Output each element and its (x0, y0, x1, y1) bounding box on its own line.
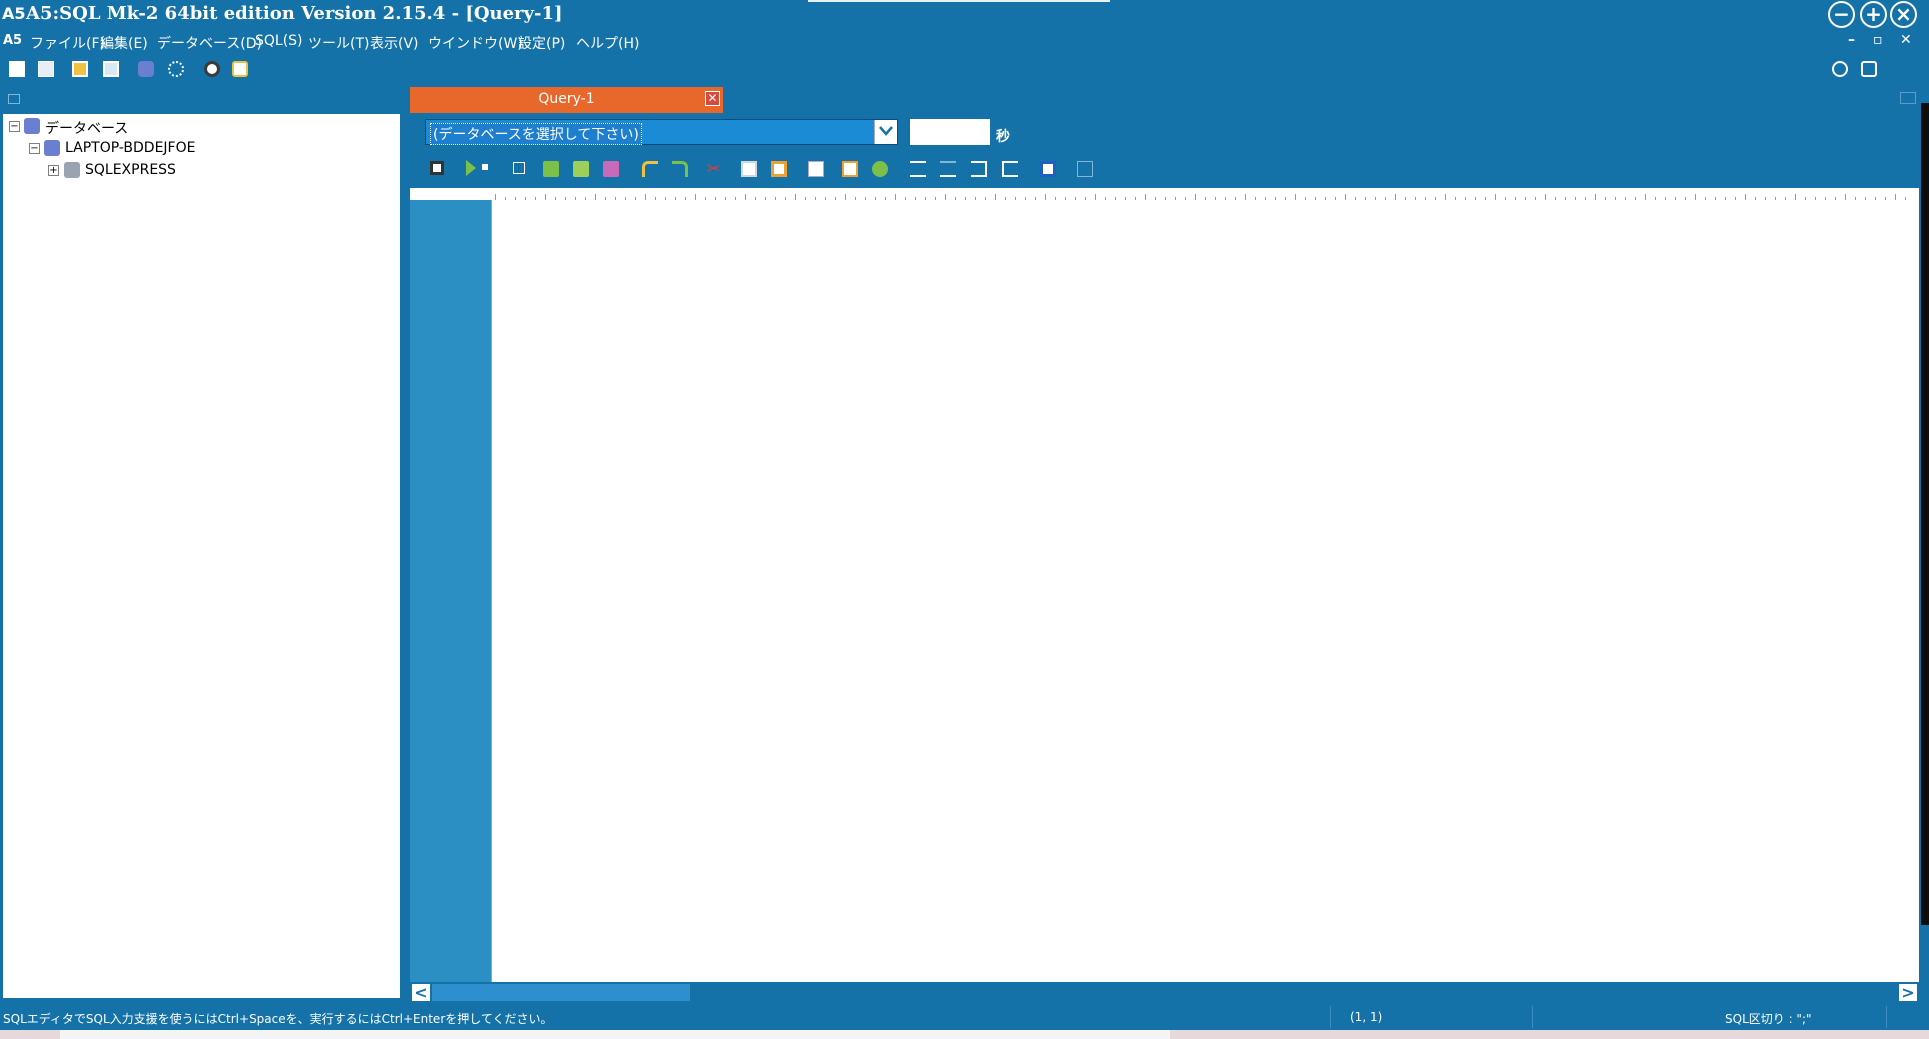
window-list-icon[interactable] (1900, 92, 1916, 104)
uncomment-icon[interactable] (1002, 161, 1018, 177)
replace-icon[interactable] (842, 161, 858, 177)
comment-icon[interactable] (971, 161, 987, 177)
scroll-right-icon[interactable]: > (1899, 984, 1917, 1001)
help-icon[interactable] (1832, 61, 1848, 77)
app-logo-icon: A5 (2, 4, 26, 23)
sql-delimiter: SQL区切り : ";" (1725, 1012, 1812, 1026)
minimize-button[interactable]: − (1828, 1, 1855, 28)
run-icon[interactable] (466, 160, 478, 176)
title-bar: A5 A5:SQL Mk-2 64bit edition Version 2.1… (0, 0, 1929, 28)
taskbar-strip-inner (60, 1030, 1170, 1039)
copy-window-icon[interactable] (103, 61, 119, 77)
new-file-icon[interactable] (9, 61, 25, 77)
tab-close-icon[interactable]: ✕ (705, 91, 720, 106)
at-sign-icon[interactable] (204, 61, 220, 77)
plugin-icon[interactable] (232, 61, 248, 77)
seconds-label: 秒 (996, 129, 1010, 145)
paste-icon[interactable] (771, 161, 787, 177)
tab-label: Query-1 (538, 91, 595, 107)
status-divider (1532, 1006, 1533, 1028)
tree-node-server[interactable]: LAPTOP-BDDEJFOE (65, 140, 195, 156)
find-icon[interactable] (808, 161, 824, 177)
status-hint: SQLエディタでSQL入力支援を使うにはCtrl+Spaceを、実行するにはCt… (3, 1012, 553, 1026)
explorer-header (0, 84, 406, 114)
timeout-input[interactable] (910, 119, 990, 145)
title-drag-handle[interactable] (808, 0, 1110, 2)
mdi-app-icon[interactable]: A5 (3, 32, 22, 50)
database-select[interactable]: (データベースを選択して下さい) (425, 119, 898, 145)
sql-editor[interactable] (491, 200, 1920, 982)
status-divider (1886, 1006, 1887, 1028)
indent-icon[interactable] (910, 161, 926, 177)
mdi-minimize-button[interactable]: – (1848, 32, 1855, 48)
settings-gear-icon[interactable] (168, 61, 184, 77)
tree-collapse-icon[interactable]: − (9, 121, 20, 132)
tree-collapse-icon[interactable]: − (29, 143, 40, 154)
tab-query-1[interactable]: Query-1 ✕ (410, 87, 723, 113)
split-view-icon[interactable] (1040, 161, 1056, 177)
menu-tools[interactable]: ツール(T) (308, 33, 369, 53)
database-folder-icon (24, 118, 40, 134)
database-tree[interactable]: − データベース − LAPTOP-BDDEJFOE + SQLEXPRESS (3, 114, 400, 998)
cut-icon[interactable]: ✂ (707, 161, 723, 177)
cursor-position: (1, 1) (1350, 1010, 1383, 1024)
maximize-button[interactable]: + (1860, 1, 1887, 28)
menu-file[interactable]: ファイル(F) (30, 33, 105, 53)
run-dropdown-icon[interactable] (482, 164, 488, 170)
editor-toolbar: ✂ (410, 152, 1929, 186)
menu-sql[interactable]: SQL(S) (255, 33, 303, 49)
tree-node-instance[interactable]: SQLEXPRESS (85, 162, 176, 178)
about-icon[interactable] (1861, 61, 1877, 77)
instance-icon (64, 162, 80, 178)
scroll-left-icon[interactable]: < (412, 984, 430, 1001)
menu-edit[interactable]: 編集(E) (100, 33, 148, 53)
save-icon[interactable] (430, 161, 444, 175)
redo-icon[interactable] (672, 161, 688, 177)
line-number-gutter (410, 200, 491, 982)
open-folder-icon[interactable] (72, 61, 88, 77)
copy-icon[interactable] (741, 161, 757, 177)
format-icon[interactable] (603, 161, 619, 177)
mdi-restore-button[interactable]: ▫ (1873, 32, 1883, 48)
tree-node-databases[interactable]: データベース (45, 118, 128, 138)
options-icon[interactable] (1077, 161, 1093, 177)
status-bar: SQLエディタでSQL入力支援を使うにはCtrl+Spaceを、実行するにはCt… (0, 1004, 1929, 1030)
database-select-value: (データベースを選択して下さい) (430, 123, 642, 145)
chevron-down-icon[interactable] (874, 120, 897, 144)
scroll-thumb[interactable] (432, 984, 690, 1001)
explain-icon[interactable] (543, 161, 559, 177)
menu-database[interactable]: データベース(D) (157, 33, 262, 53)
menu-bar: A5 ファイル(F) 編集(E) データベース(D) SQL(S) ツール(T)… (0, 28, 1929, 54)
tree-expand-icon[interactable]: + (48, 165, 59, 176)
mdi-close-button[interactable]: ✕ (1900, 32, 1912, 48)
menu-help[interactable]: ヘルプ(H) (576, 33, 639, 53)
window-title: A5:SQL Mk-2 64bit edition Version 2.15.4… (26, 3, 563, 24)
open-file-icon[interactable] (38, 61, 54, 77)
panel-splitter[interactable] (400, 84, 410, 1004)
server-icon (44, 140, 60, 156)
vertical-scrollbar-shadow (1921, 103, 1929, 925)
goto-line-icon[interactable] (872, 161, 888, 177)
main-toolbar (0, 54, 1929, 84)
panel-options-icon[interactable] (8, 94, 20, 104)
undo-icon[interactable] (642, 161, 658, 177)
outdent-icon[interactable] (940, 161, 956, 177)
status-divider (1330, 1006, 1331, 1028)
execute-all-icon[interactable] (573, 161, 589, 177)
close-button[interactable]: × (1890, 1, 1917, 28)
menu-settings[interactable]: 設定(P) (518, 33, 565, 53)
stop-icon[interactable] (513, 162, 525, 174)
menu-view[interactable]: 表示(V) (370, 33, 419, 53)
menu-window[interactable]: ウインドウ(W) (428, 33, 523, 53)
database-icon[interactable] (138, 61, 154, 77)
